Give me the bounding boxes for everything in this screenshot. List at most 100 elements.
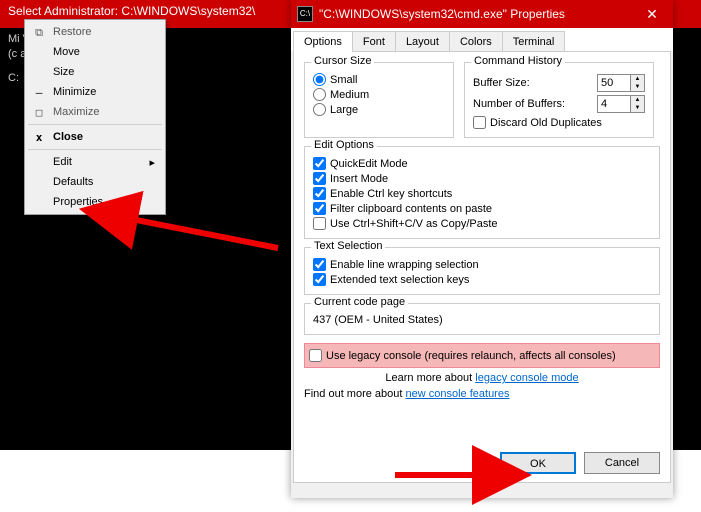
check-label: Filter clipboard contents on paste	[330, 203, 492, 215]
cancel-button[interactable]: Cancel	[584, 452, 660, 474]
menu-label: Edit	[53, 156, 72, 168]
radio-input[interactable]	[313, 103, 326, 116]
tab-options[interactable]: Options	[293, 31, 353, 52]
insert-mode-check[interactable]: Insert Mode	[313, 172, 651, 185]
menu-properties[interactable]: Properties	[27, 192, 163, 212]
field-label: Buffer Size:	[473, 77, 530, 89]
menu-minimize[interactable]: — Minimize	[27, 82, 163, 102]
menu-size[interactable]: Size	[27, 62, 163, 82]
check-label: Use Ctrl+Shift+C/V as Copy/Paste	[330, 218, 498, 230]
ctrl-shortcuts-check[interactable]: Enable Ctrl key shortcuts	[313, 187, 651, 200]
group-legend: Command History	[471, 55, 565, 67]
menu-maximize[interactable]: □ Maximize	[27, 102, 163, 122]
tab-strip: Options Font Layout Colors Terminal	[291, 28, 673, 51]
spin-up-icon[interactable]: ▲	[631, 75, 644, 83]
check-label: Use legacy console (requires relaunch, a…	[326, 350, 616, 362]
check-label: Enable line wrapping selection	[330, 259, 479, 271]
menu-label: Close	[53, 131, 83, 143]
cursor-size-group: Cursor Size Small Medium Large	[304, 62, 454, 138]
legacy-console-highlight: Use legacy console (requires relaunch, a…	[304, 343, 660, 368]
new-features-link[interactable]: new console features	[406, 388, 510, 400]
menu-separator	[28, 124, 162, 125]
checkbox-input[interactable]	[313, 273, 326, 286]
menu-edit[interactable]: Edit ▸	[27, 152, 163, 172]
text-selection-group: Text Selection Enable line wrapping sele…	[304, 247, 660, 295]
radio-small[interactable]: Small	[313, 73, 445, 86]
menu-move[interactable]: Move	[27, 42, 163, 62]
minimize-icon: —	[33, 86, 45, 99]
checkbox-input[interactable]	[473, 116, 486, 129]
checkbox-input[interactable]	[309, 349, 322, 362]
quickedit-check[interactable]: QuickEdit Mode	[313, 157, 651, 170]
buffer-size-input[interactable]	[597, 74, 631, 92]
spin-down-icon[interactable]: ▼	[631, 83, 644, 91]
menu-label: Defaults	[53, 176, 93, 188]
check-label: Discard Old Duplicates	[490, 117, 602, 129]
discard-duplicates-check[interactable]: Discard Old Duplicates	[473, 116, 645, 129]
close-button[interactable]: ✕	[631, 0, 673, 28]
menu-label: Minimize	[53, 86, 96, 98]
checkbox-input[interactable]	[313, 157, 326, 170]
menu-label: Properties	[53, 196, 103, 208]
check-label: Insert Mode	[330, 173, 388, 185]
num-buffers-input[interactable]	[597, 95, 631, 113]
system-context-menu: ⧉ Restore Move Size — Minimize □ Maximize x…	[24, 19, 166, 215]
menu-close[interactable]: x Close	[27, 127, 163, 147]
check-label: Extended text selection keys	[330, 274, 469, 286]
ctrl-shift-cv-check[interactable]: Use Ctrl+Shift+C/V as Copy/Paste	[313, 217, 651, 230]
submenu-arrow-icon: ▸	[149, 156, 155, 169]
maximize-icon: □	[33, 106, 45, 119]
group-legend: Cursor Size	[311, 55, 374, 67]
menu-label: Move	[53, 46, 80, 58]
legacy-console-check[interactable]: Use legacy console (requires relaunch, a…	[309, 349, 655, 362]
find-out-more: Find out more about new console features	[304, 388, 660, 400]
static-text: Learn more about	[385, 372, 475, 384]
close-icon: x	[33, 131, 45, 144]
tab-content: Cursor Size Small Medium Large Command H…	[293, 51, 671, 483]
check-label: QuickEdit Mode	[330, 158, 408, 170]
field-label: Number of Buffers:	[473, 98, 565, 110]
menu-separator	[28, 149, 162, 150]
tab-colors[interactable]: Colors	[449, 31, 503, 52]
extended-selection-check[interactable]: Extended text selection keys	[313, 273, 651, 286]
command-history-group: Command History Buffer Size: ▲▼ Number o…	[464, 62, 654, 138]
legacy-link[interactable]: legacy console mode	[475, 372, 578, 384]
radio-label: Small	[330, 74, 358, 86]
checkbox-input[interactable]	[313, 202, 326, 215]
tab-layout[interactable]: Layout	[395, 31, 450, 52]
menu-label: Maximize	[53, 106, 99, 118]
menu-defaults[interactable]: Defaults	[27, 172, 163, 192]
tab-font[interactable]: Font	[352, 31, 396, 52]
legacy-learn-more: Learn more about legacy console mode	[304, 372, 660, 384]
edit-options-group: Edit Options QuickEdit Mode Insert Mode …	[304, 146, 660, 239]
code-page-group: Current code page 437 (OEM - United Stat…	[304, 303, 660, 335]
filter-clipboard-check[interactable]: Filter clipboard contents on paste	[313, 202, 651, 215]
spin-up-icon[interactable]: ▲	[631, 96, 644, 104]
radio-large[interactable]: Large	[313, 103, 445, 116]
spin-down-icon[interactable]: ▼	[631, 104, 644, 112]
static-text: Find out more about	[304, 388, 406, 400]
tab-terminal[interactable]: Terminal	[502, 31, 566, 52]
menu-label: Restore	[53, 26, 92, 38]
menu-restore[interactable]: ⧉ Restore	[27, 22, 163, 42]
checkbox-input[interactable]	[313, 258, 326, 271]
checkbox-input[interactable]	[313, 217, 326, 230]
line-wrap-check[interactable]: Enable line wrapping selection	[313, 258, 651, 271]
checkbox-input[interactable]	[313, 172, 326, 185]
num-buffers-spinner[interactable]: ▲▼	[597, 95, 645, 113]
radio-medium[interactable]: Medium	[313, 88, 445, 101]
radio-input[interactable]	[313, 88, 326, 101]
group-legend: Text Selection	[311, 240, 385, 252]
radio-input[interactable]	[313, 73, 326, 86]
check-label: Enable Ctrl key shortcuts	[330, 188, 452, 200]
code-page-value: 437 (OEM - United States)	[313, 312, 651, 328]
group-legend: Edit Options	[311, 139, 377, 151]
properties-dialog: C:\ "C:\WINDOWS\system32\cmd.exe" Proper…	[291, 0, 673, 498]
dialog-titlebar: C:\ "C:\WINDOWS\system32\cmd.exe" Proper…	[291, 0, 673, 28]
restore-icon: ⧉	[33, 26, 45, 40]
dialog-title: "C:\WINDOWS\system32\cmd.exe" Properties	[319, 7, 631, 21]
ok-button[interactable]: OK	[500, 452, 576, 474]
buffer-size-spinner[interactable]: ▲▼	[597, 74, 645, 92]
cmd-icon: C:\	[297, 6, 313, 22]
checkbox-input[interactable]	[313, 187, 326, 200]
